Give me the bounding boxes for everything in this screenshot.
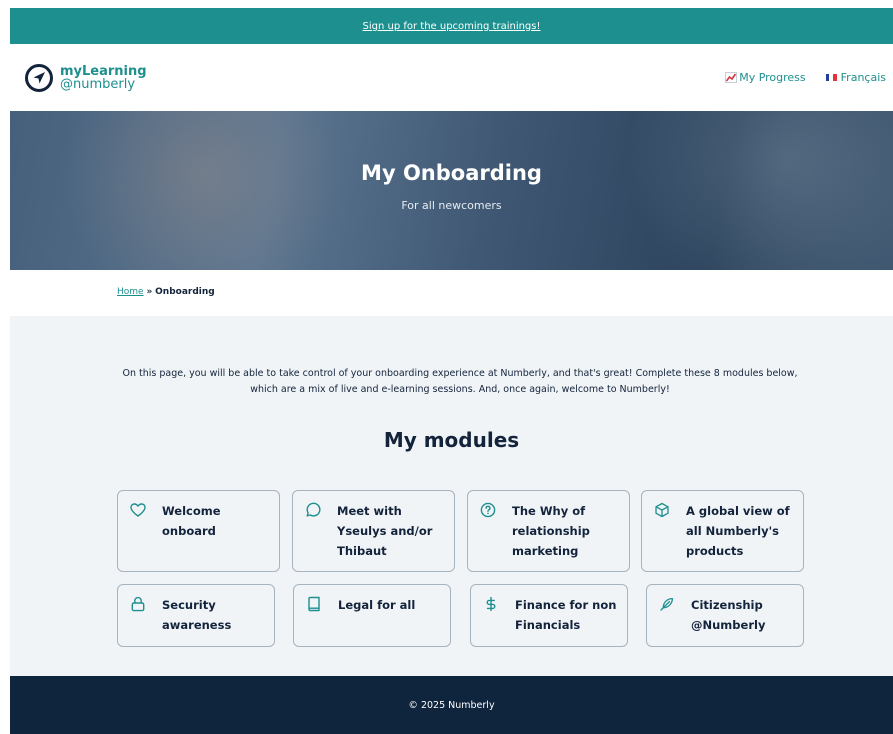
french-flag-icon	[825, 74, 837, 81]
logo-subtitle: @numberly	[60, 76, 136, 92]
page-title: My Onboarding	[361, 161, 542, 185]
module-card-meet[interactable]: Meet with Yseulys and/or Thibaut	[292, 490, 455, 572]
module-card-global-view[interactable]: A global view of all Numberly's products	[641, 490, 804, 572]
module-label: Finance for non Financials	[515, 598, 617, 632]
copyright-text: © 2025 Numberly	[408, 699, 495, 711]
module-card-welcome[interactable]: Welcome onboard	[117, 490, 280, 572]
breadcrumb-current: Onboarding	[155, 287, 215, 297]
module-card-security[interactable]: Security awareness	[117, 584, 275, 647]
hero-banner: My Onboarding For all newcomers	[10, 111, 893, 270]
question-circle-icon	[480, 502, 496, 518]
heart-icon	[130, 503, 146, 517]
site-header: myLearning @numberly My Progress Françai…	[10, 44, 893, 111]
module-label: Meet with Yseulys and/or Thibaut	[337, 504, 433, 558]
intro-text: On this page, you will be able to take c…	[122, 368, 798, 395]
trainings-signup-link[interactable]: Sign up for the upcoming trainings!	[362, 21, 540, 32]
header-nav: My Progress Français	[725, 71, 886, 84]
module-card-why-relationship[interactable]: The Why of relationship marketing	[467, 490, 630, 572]
breadcrumb-home-link[interactable]: Home	[117, 287, 144, 297]
my-progress-label: My Progress	[739, 71, 806, 84]
chart-up-icon	[725, 72, 738, 83]
module-label: A global view of all Numberly's products	[686, 504, 790, 558]
dollar-icon	[486, 597, 496, 611]
module-label: Welcome onboard	[162, 504, 221, 538]
modules-heading: My modules	[383, 428, 520, 452]
site-footer: © 2025 Numberly	[10, 676, 893, 734]
navigation-arrow-icon	[25, 63, 53, 92]
main-content: On this page, you will be able to take c…	[10, 316, 893, 676]
logo-text: myLearning @numberly	[60, 65, 147, 91]
module-label: Legal for all	[338, 598, 416, 612]
chat-bubble-icon	[306, 502, 321, 517]
lock-icon	[131, 596, 145, 612]
module-label: Citizenship @Numberly	[691, 598, 766, 632]
breadcrumb-separator: »	[146, 287, 153, 297]
page-subtitle: For all newcomers	[401, 199, 502, 212]
feather-icon	[660, 597, 674, 611]
module-card-citizenship[interactable]: Citizenship @Numberly	[646, 584, 804, 647]
module-card-legal[interactable]: Legal for all	[293, 584, 451, 647]
book-icon	[308, 596, 320, 612]
breadcrumb: Home » Onboarding	[117, 287, 215, 297]
my-progress-link[interactable]: My Progress	[725, 71, 806, 84]
logo[interactable]: myLearning @numberly	[24, 63, 147, 93]
top-banner: Sign up for the upcoming trainings!	[10, 8, 893, 44]
language-switch-link[interactable]: Français	[825, 71, 886, 84]
module-card-finance[interactable]: Finance for non Financials	[470, 584, 628, 647]
module-label: Security awareness	[162, 598, 232, 632]
module-label: The Why of relationship marketing	[512, 504, 590, 558]
cube-icon	[655, 502, 669, 518]
logo-title: myLearning	[60, 63, 147, 79]
language-label: Français	[840, 71, 886, 84]
